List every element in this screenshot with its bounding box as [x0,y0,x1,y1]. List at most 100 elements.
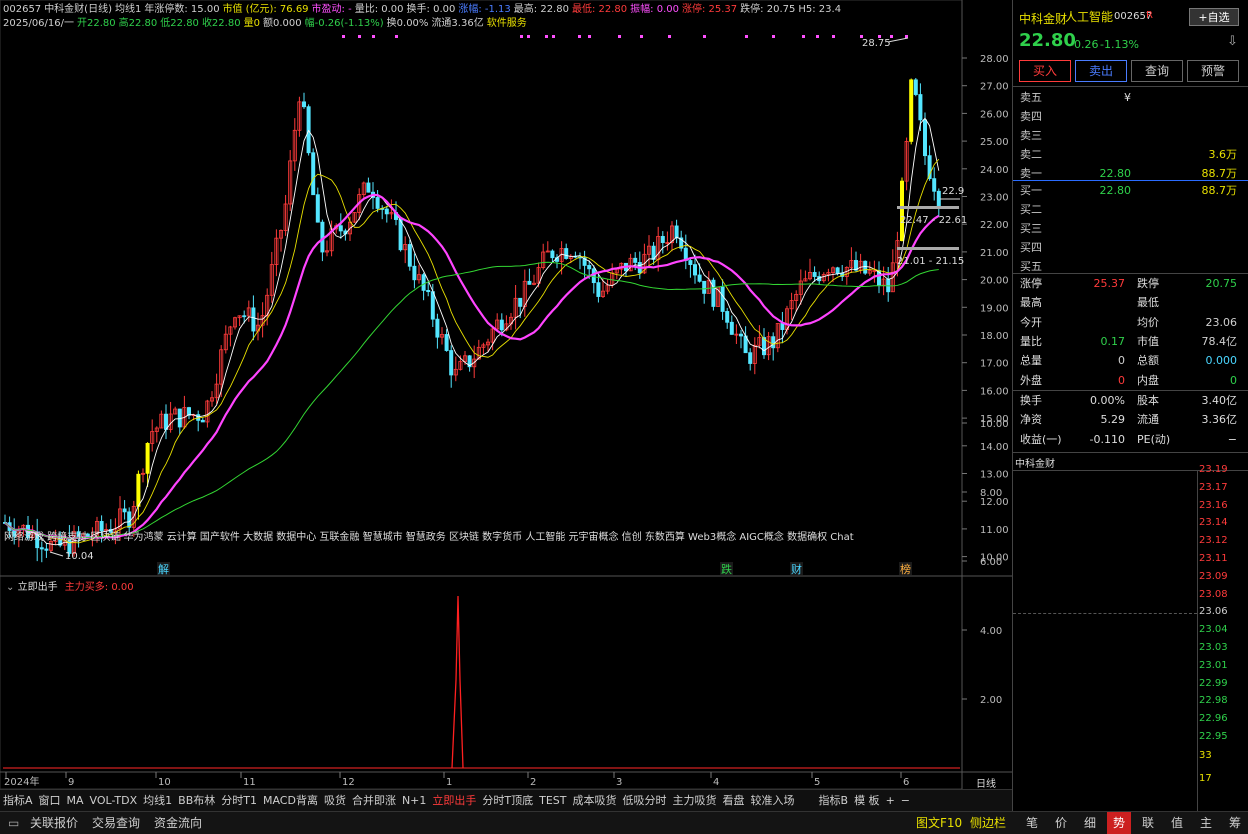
event-marker[interactable]: 榜 [900,562,911,576]
candle-body [863,260,868,274]
event-marker[interactable]: 跌 [721,562,732,576]
time-tick-label: 12 [342,777,355,788]
price-tick-label: 26.00 [980,109,1009,120]
trade-button-2[interactable]: 查询 [1131,60,1183,82]
info2-7: 幅-0.26(-1.13%) [304,18,384,29]
collapse-icon[interactable]: ⌄ [6,582,14,593]
bottom-link-fund[interactable]: 资金流向 [154,812,202,834]
toolbar-item-1[interactable]: 窗口 [36,790,64,811]
download-icon[interactable]: ⇩ [1227,34,1238,49]
mini-axis-label: 23.03 [1199,642,1228,653]
stock-flag: R [1146,10,1153,21]
side-tab-5[interactable]: 值 [1165,812,1189,834]
toolbar-item-12[interactable]: 分时T顶底 [479,790,536,811]
info2-0: 2025/06/16/一 [3,18,75,29]
range-band-2 [897,247,959,250]
bid-row: 买二 [1013,200,1243,219]
level-price: ¥ [1124,91,1131,104]
info2-8: 换0.00% [386,18,429,29]
period-label[interactable]: 日线 [976,775,996,790]
toolbar-item-4[interactable]: 均线1 [140,790,175,811]
candle-body [251,307,256,332]
toolbar-item-3[interactable]: VOL-TDX [87,790,141,811]
toolbar-item-14[interactable]: 成本吸货 [570,790,620,811]
candle-body [835,267,840,274]
last-price-annotation: 22.9 [942,186,964,197]
level-label: 卖二 [1020,148,1042,161]
time-tick-label: 4 [713,777,719,788]
toolbar-item-6[interactable]: 分时T1 [218,790,260,811]
divider [1013,452,1248,453]
stat-k2: 均价 [1137,315,1159,329]
info1-8: 换手: 0.00 [406,4,456,15]
event-marker[interactable]: 财 [791,562,802,576]
toolbar-item-15[interactable]: 低吸分时 [620,790,670,811]
candle-body [702,280,707,294]
toolbar-item-22[interactable]: − [898,790,913,811]
candle-body [909,79,914,142]
event-marker[interactable]: 解 [158,562,169,576]
bottom-link-f10[interactable]: 图文F10 [916,812,962,834]
trade-button-0[interactable]: 买入 [1019,60,1071,82]
time-tick-label: 6 [903,777,909,788]
toolbar-item-5[interactable]: BB布林 [175,790,218,811]
side-tab-4[interactable]: 联 [1136,812,1160,834]
bottom-link-sidebar[interactable]: 侧边栏 [970,812,1006,834]
stat-row: 涨停 25.37 跌停 20.75 [1013,274,1243,293]
sub-tick-label: 4.00 [980,626,1002,637]
trade-button-1[interactable]: 卖出 [1075,60,1127,82]
price-tick-label: 25.00 [980,137,1009,148]
price-tick-label: 22.00 [980,220,1009,231]
toolbar-item-9[interactable]: 合并即涨 [349,790,399,811]
info2-5: 量0 [243,18,260,29]
side-tab-1[interactable]: 价 [1049,812,1073,834]
self-select-button[interactable]: +自选 [1189,8,1239,26]
stat-v1: 0.17 [1100,334,1126,348]
range-band-1 [897,206,959,209]
menu-icon[interactable]: ▭ [8,812,19,834]
info2-10: 软件服务 [486,18,527,29]
time-tick-label: 11 [243,777,256,788]
info1-9: 涨幅: -1.13 [458,4,511,15]
stat2-row: 换手 0.00% 股本 3.40亿 [1013,391,1243,410]
kline-chart[interactable]: 28.0027.0026.0025.0024.0023.0022.0021.00… [0,0,1012,789]
toolbar-item-10[interactable]: N+1 [399,790,429,811]
toolbar-item-2[interactable]: MA [64,790,87,811]
bottom-link-trade[interactable]: 交易查询 [92,812,140,834]
toolbar-item-18[interactable]: 较准入场 [748,790,798,811]
toolbar-item-11[interactable]: 立即出手 [429,790,479,811]
time-tick-label: 1 [446,777,452,788]
toolbar-item-7[interactable]: MACD背离 [260,790,321,811]
candle-body [674,225,679,239]
candle-body [564,248,569,259]
bottom-link-quote[interactable]: 关联报价 [30,812,78,834]
mini-axis-label: 17 [1199,773,1212,784]
trade-button-3[interactable]: 预警 [1187,60,1239,82]
candle-body [697,274,702,282]
price-change-pct: -1.13% [1100,38,1139,51]
toolbar-item-19[interactable]: 指标B [816,790,852,811]
info2-3: 低22.80 [160,18,199,29]
toolbar-item-8[interactable]: 吸货 [321,790,349,811]
toolbar-item-16[interactable]: 主力吸货 [670,790,720,811]
price-tick-label: 16.00 [980,386,1009,397]
stat-k2: PE(动) [1137,432,1171,446]
sub-tick-label: 2.00 [980,695,1002,706]
candle-body [587,265,592,270]
price-tick-label: 17.00 [980,359,1009,370]
side-tab-0[interactable]: 笔 [1020,812,1044,834]
toolbar-item-0[interactable]: 指标A [0,790,36,811]
side-tab-6[interactable]: 主 [1194,812,1218,834]
candle-body [932,178,937,192]
toolbar-item-13[interactable]: TEST [536,790,569,811]
toolbar-item-17[interactable]: 看盘 [720,790,748,811]
toolbar-item-20[interactable]: 模 板 [851,790,883,811]
side-tab-2[interactable]: 细 [1078,812,1102,834]
side-tab-7[interactable]: 筹 [1223,812,1247,834]
stat2-row: 净资 5.29 流通 3.36亿 [1013,410,1243,429]
sub-tick-label: 6.00 [980,557,1002,568]
candle-body [913,79,918,95]
side-tab-3[interactable]: 势 [1107,812,1131,834]
signal-markers [342,35,908,38]
toolbar-item-21[interactable]: + [883,790,898,811]
